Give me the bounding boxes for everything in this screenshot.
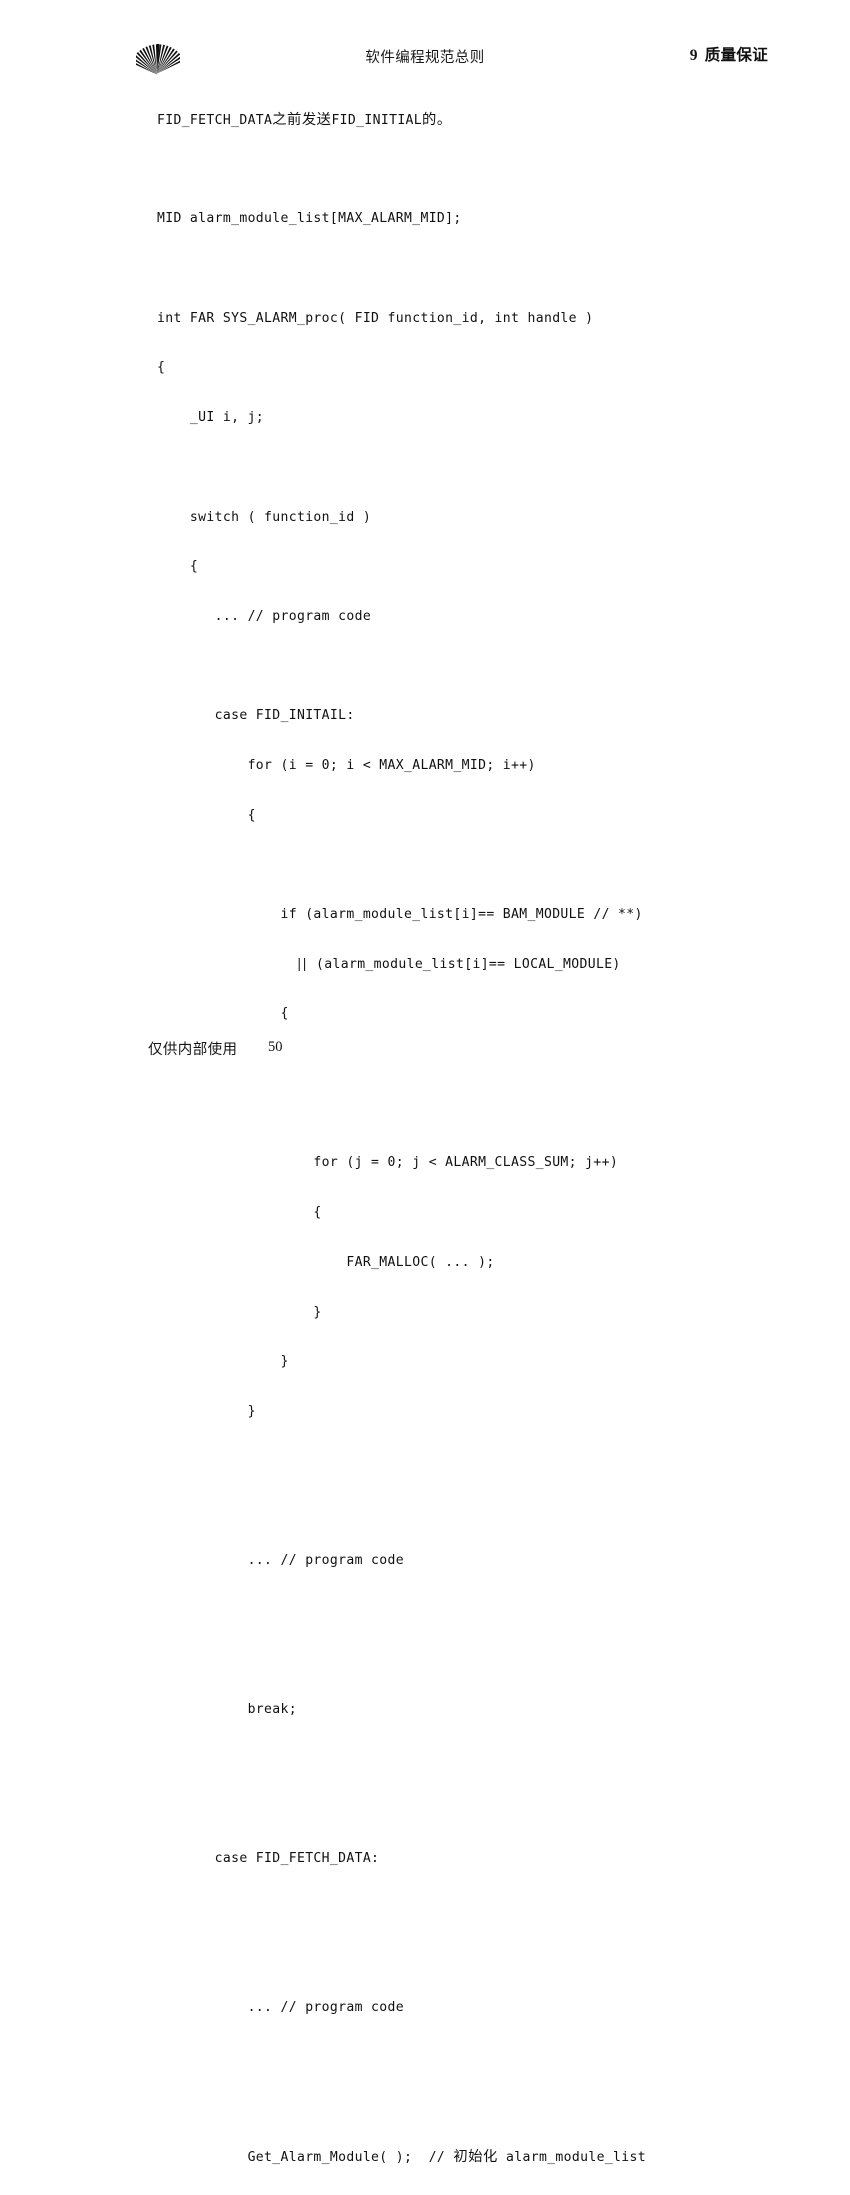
- code-line: ... // program code: [157, 1996, 797, 2021]
- code-text: MID alarm_module_list[MAX_ALARM_MID];: [157, 211, 462, 227]
- code-line: switch ( function_id ): [157, 506, 797, 531]
- code-text: _UI i, j;: [157, 410, 265, 426]
- code-text: case FID_FETCH_DATA:: [157, 1851, 380, 1867]
- code-text: {: [157, 360, 166, 376]
- code-text: break;: [157, 1702, 297, 1717]
- code-line: break;: [157, 1698, 797, 1723]
- code-text: (alarm_module_list[i]== LOCAL_MODULE): [307, 956, 621, 972]
- code-text: case FID_INITAIL:: [157, 708, 355, 724]
- code-line: MID alarm_module_list[MAX_ALARM_MID];: [157, 207, 797, 232]
- code-line: _UI i, j;: [157, 406, 797, 431]
- code-line: }: [157, 1301, 797, 1326]
- code-line: FID_FETCH_DATA之前发送FID_INITIAL的。: [157, 108, 797, 133]
- code-text: {: [157, 1205, 322, 1221]
- code-text: ... // program code: [157, 1552, 404, 1568]
- code-text: FID_INITIAL: [331, 113, 423, 128]
- code-text: {: [157, 807, 256, 823]
- code-text: ... // program code: [157, 608, 372, 624]
- code-text: Get_Alarm_Module( ); //: [157, 2150, 454, 2166]
- document-page: 软件编程规范总则 9 质量保证 FID_FETCH_DATA之前发送FID_INI…: [0, 0, 850, 2165]
- code-cjk-text: 初始化: [453, 2149, 498, 2166]
- code-line: for (j = 0; j < ALARM_CLASS_SUM; j++): [157, 1151, 797, 1176]
- code-text: for (j = 0; j < ALARM_CLASS_SUM; j++): [157, 1155, 619, 1171]
- footer-page-number: 50: [268, 1039, 283, 1055]
- code-text: FID_FETCH_DATA: [157, 113, 273, 128]
- code-line: }: [157, 1350, 797, 1375]
- code-text: for (i = 0; i < MAX_ALARM_MID; i++): [157, 757, 536, 773]
- code-line: {: [157, 804, 797, 829]
- code-text: }: [157, 1304, 322, 1320]
- code-text: FAR_MALLOC( ... );: [157, 1254, 495, 1270]
- header-chapter: 9 质量保证: [690, 43, 768, 65]
- code-text: alarm_module_list: [497, 2150, 646, 2166]
- code-text: if (alarm_module_list[i]== BAM_MODULE //…: [157, 907, 643, 922]
- code-cjk-text: 之前发送: [272, 112, 332, 128]
- code-line: {: [157, 1002, 797, 1027]
- code-text: {: [157, 1006, 289, 1022]
- code-line: ... // program code: [157, 1549, 797, 1574]
- code-line: for (i = 0; i < MAX_ALARM_MID; i++): [157, 754, 797, 779]
- code-line: FAR_MALLOC( ... );: [157, 1251, 797, 1276]
- code-listing: FID_FETCH_DATA之前发送FID_INITIAL的。 MID alar…: [157, 108, 797, 2195]
- code-line: {: [157, 356, 797, 381]
- page-header: 软件编程规范总则 9 质量保证: [0, 36, 850, 90]
- page-content: FID_FETCH_DATA之前发送FID_INITIAL的。 MID alar…: [157, 108, 797, 2195]
- logical-or-operator: ||: [296, 956, 308, 972]
- footer-confidentiality-note: 仅供内部使用: [148, 1042, 238, 1058]
- code-line: case FID_INITAIL:: [157, 704, 797, 729]
- code-line: {: [157, 555, 797, 580]
- code-line: ... // program code: [157, 605, 797, 630]
- code-line: {: [157, 1201, 797, 1226]
- header-chapter-number: 9: [689, 47, 698, 64]
- code-line: Get_Alarm_Module( ); // 初始化 alarm_module…: [157, 2145, 797, 2170]
- code-text: int FAR SYS_ALARM_proc( FID function_id,…: [157, 310, 594, 326]
- code-line: if (alarm_module_list[i]== BAM_MODULE //…: [157, 903, 797, 928]
- code-line: || (alarm_module_list[i]== LOCAL_MODULE): [157, 953, 797, 978]
- code-line: case FID_FETCH_DATA:: [157, 1847, 797, 1872]
- header-chapter-title: 质量保证: [704, 45, 768, 64]
- code-line: }: [157, 1400, 797, 1425]
- code-text: switch ( function_id ): [157, 509, 372, 525]
- code-text: }: [157, 1403, 256, 1419]
- page-footer: 仅供内部使用 50: [0, 1038, 850, 1064]
- code-text: }: [157, 1354, 289, 1370]
- code-cjk-text: 的。: [422, 112, 452, 128]
- code-line: int FAR SYS_ALARM_proc( FID function_id,…: [157, 307, 797, 332]
- code-text: {: [157, 559, 199, 575]
- code-text: ... // program code: [157, 2000, 404, 2016]
